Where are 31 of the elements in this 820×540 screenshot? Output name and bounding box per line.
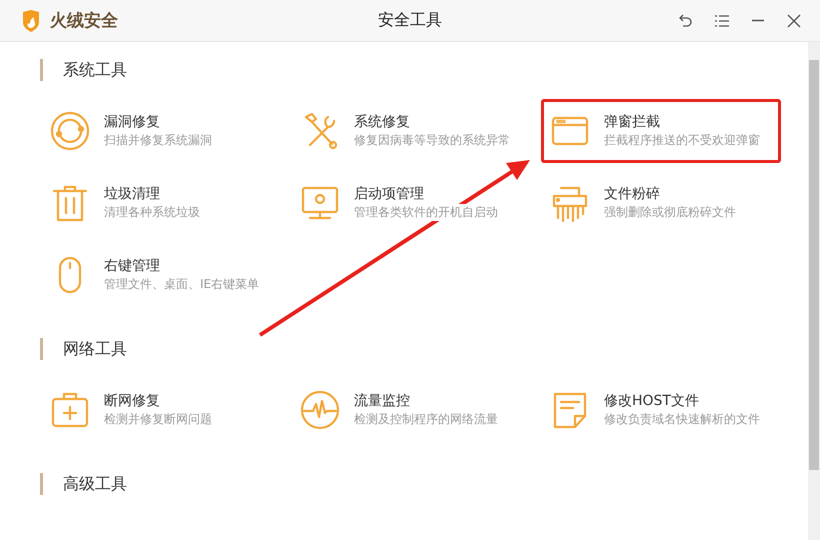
tool-description: 检测及控制程序的网络流量	[354, 411, 498, 428]
window-title: 安全工具	[378, 10, 442, 31]
tool-item[interactable]: 流量监控 检测及控制程序的网络流量	[291, 378, 531, 442]
tool-description: 扫描并修复系统漏洞	[104, 132, 212, 149]
tool-description: 修改负责域名快速解析的文件	[604, 411, 760, 428]
tool-name: 流量监控	[354, 392, 411, 411]
tool-name: 文件粉碎	[604, 185, 661, 204]
tool-name: 右键管理	[104, 257, 161, 276]
tool-description: 检测并修复断网问题	[104, 411, 212, 428]
tool-item[interactable]: 漏洞修复 扫描并修复系统漏洞	[41, 99, 281, 163]
tool-description: 管理文件、桌面、IE右键菜单	[104, 276, 260, 293]
tool-name: 修改HOST文件	[604, 392, 700, 411]
tool-name: 系统修复	[354, 113, 411, 132]
tool-name: 垃圾清理	[104, 185, 161, 204]
tool-name: 断网修复	[104, 392, 161, 411]
tool-name: 启动项管理	[354, 185, 425, 204]
tool-item[interactable]: 弹窗拦截 拦截程序推送的不受欢迎弹窗	[541, 99, 781, 163]
tool-description: 拦截程序推送的不受欢迎弹窗	[604, 132, 760, 149]
tool-description: 管理各类软件的开机自启动	[354, 204, 498, 221]
tool-description: 修复因病毒等导致的系统异常	[354, 132, 510, 149]
tool-item[interactable]: 系统修复 修复因病毒等导致的系统异常	[291, 99, 531, 163]
tool-description: 强制删除或彻底粉碎文件	[604, 204, 736, 221]
brand-name: 火绒安全	[50, 10, 118, 32]
tool-item[interactable]: 启动项管理 管理各类软件的开机自启动	[291, 171, 531, 235]
tool-item[interactable]: 垃圾清理 清理各种系统垃圾	[41, 171, 281, 235]
tool-name: 漏洞修复	[104, 113, 161, 132]
tool-item[interactable]: 断网修复 检测并修复断网问题	[41, 378, 281, 442]
tool-item[interactable]: 右键管理 管理文件、桌面、IE右键菜单	[41, 243, 281, 307]
tool-item[interactable]: 修改HOST文件 修改负责域名快速解析的文件	[541, 378, 781, 442]
tool-item[interactable]: 文件粉碎 强制删除或彻底粉碎文件	[541, 171, 781, 235]
tool-name: 弹窗拦截	[604, 113, 661, 132]
